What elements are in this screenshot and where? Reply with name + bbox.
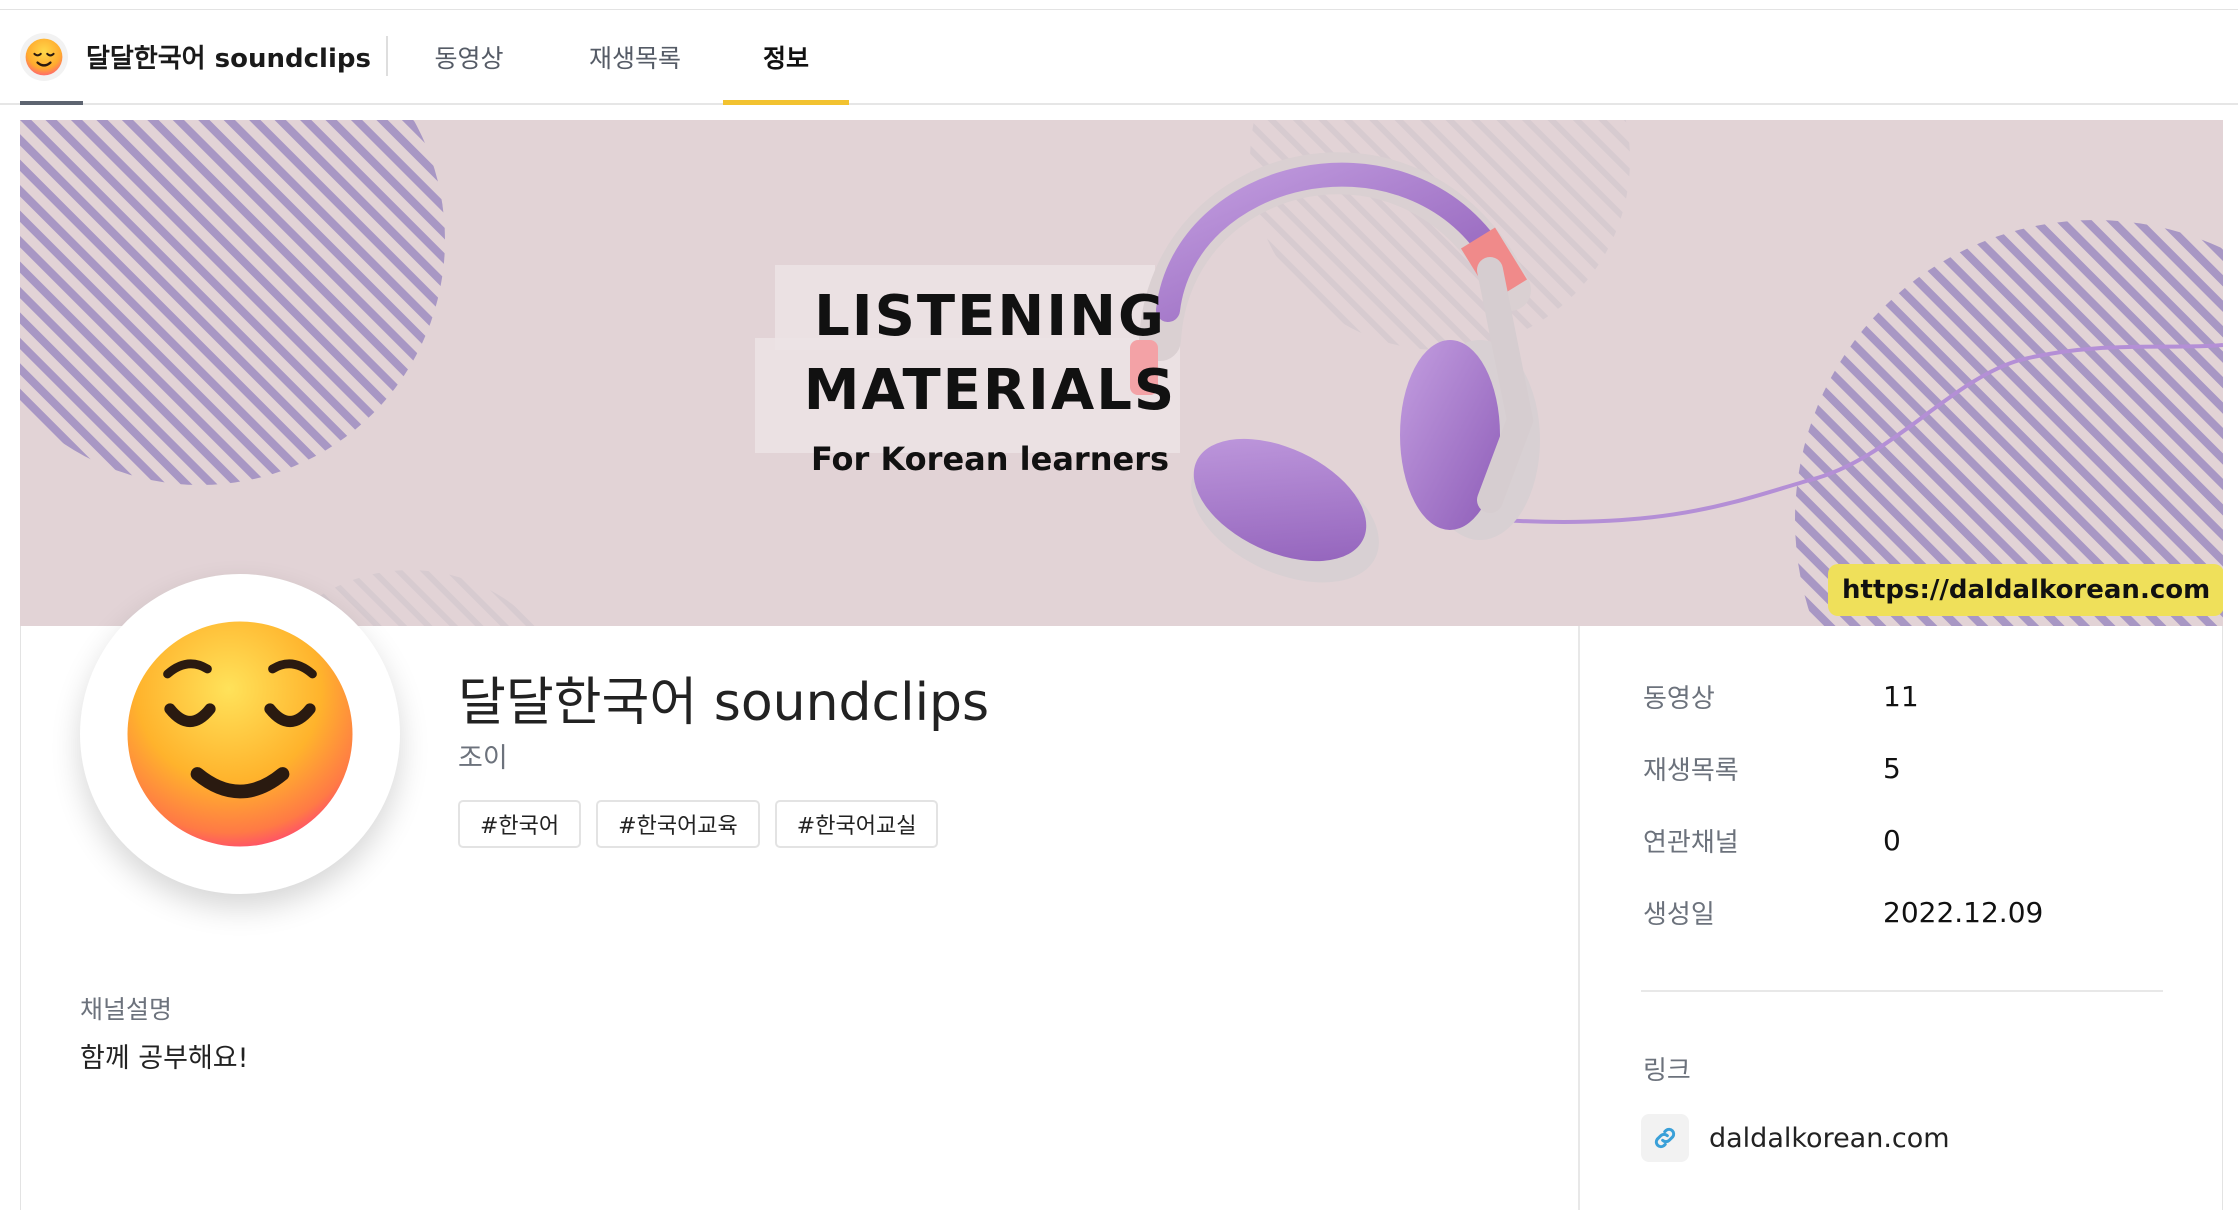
description-label: 채널설명 bbox=[80, 995, 173, 1024]
description-text: 함께 공부해요! bbox=[80, 1043, 249, 1074]
nav-channel-avatar bbox=[20, 32, 68, 81]
channel-avatar bbox=[80, 574, 400, 894]
tab-info-label: 정보 bbox=[762, 43, 809, 73]
nav-divider bbox=[386, 36, 388, 76]
relieved-face-emoji-icon bbox=[127, 621, 353, 847]
channel-owner: 조이 bbox=[458, 743, 508, 774]
stat-label: 연관채널 bbox=[1643, 827, 1739, 858]
tab-playlists-label: 재생목록 bbox=[588, 43, 681, 73]
nav-channel-title: 달달한국어 soundclips bbox=[86, 44, 371, 74]
stat-value: 11 bbox=[1883, 679, 1919, 713]
channel-tags: #한국어 #한국어교육 #한국어교실 bbox=[458, 800, 939, 848]
tab-active-indicator bbox=[723, 100, 849, 105]
channel-title: 달달한국어 soundclips bbox=[458, 673, 990, 733]
tag-chip[interactable]: #한국어교실 bbox=[774, 800, 939, 848]
window-top-edge bbox=[0, 0, 2238, 10]
banner-title-line-2: MATERIALS bbox=[803, 358, 1177, 423]
nav-channel-underline bbox=[20, 101, 83, 105]
tab-videos-label: 동영상 bbox=[434, 43, 504, 73]
stats-divider bbox=[1641, 990, 2163, 992]
tab-info[interactable]: 정보 bbox=[723, 10, 849, 105]
links-label: 링크 bbox=[1643, 1056, 1691, 1086]
stat-label: 동영상 bbox=[1643, 683, 1715, 714]
stat-label: 재생목록 bbox=[1643, 755, 1739, 786]
banner-headline: LISTENING MATERIALS For Korean learners bbox=[760, 280, 1220, 478]
stat-value: 5 bbox=[1883, 751, 1901, 785]
stat-row-created-date: 생성일 2022.12.09 bbox=[1643, 892, 2163, 932]
tab-videos[interactable]: 동영상 bbox=[414, 10, 524, 103]
tag-chip[interactable]: #한국어교육 bbox=[596, 800, 760, 848]
banner-url-badge: https://daldalkorean.com bbox=[1828, 564, 2223, 616]
chain-link-icon bbox=[1654, 1127, 1676, 1149]
stat-value: 2022.12.09 bbox=[1883, 895, 2044, 929]
banner-title-line-1: LISTENING bbox=[814, 284, 1166, 349]
stat-value: 0 bbox=[1883, 823, 1901, 857]
link-text: daldalkorean.com bbox=[1709, 1122, 1950, 1154]
stat-row-videos: 동영상 11 bbox=[1643, 676, 2163, 716]
channel-nav: 달달한국어 soundclips 동영상 재생목록 정보 bbox=[0, 10, 2238, 105]
link-icon bbox=[1641, 1114, 1689, 1162]
tag-chip[interactable]: #한국어 bbox=[458, 800, 582, 848]
external-link[interactable]: daldalkorean.com bbox=[1641, 1114, 1950, 1162]
stat-row-related-channels: 연관채널 0 bbox=[1643, 820, 2163, 860]
nav-channel-home[interactable]: 달달한국어 soundclips bbox=[20, 10, 385, 105]
relieved-face-icon bbox=[25, 38, 63, 75]
banner-subtitle: For Korean learners bbox=[810, 440, 1170, 478]
tab-playlists[interactable]: 재생목록 bbox=[570, 10, 700, 103]
stat-label: 생성일 bbox=[1643, 899, 1715, 930]
channel-banner: LISTENING MATERIALS For Korean learners … bbox=[20, 120, 2223, 626]
stat-row-playlists: 재생목록 5 bbox=[1643, 748, 2163, 788]
